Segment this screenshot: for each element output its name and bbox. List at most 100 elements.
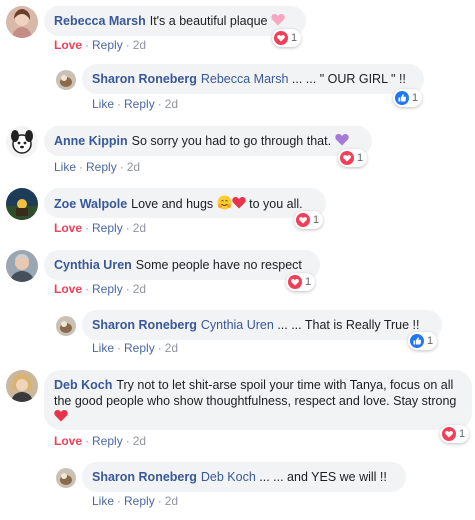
avatar[interactable] xyxy=(6,6,38,38)
love-icon xyxy=(340,151,354,165)
comment-actions: Like · Reply · 2d xyxy=(54,160,141,174)
reply-button[interactable]: Reply xyxy=(124,341,155,355)
reaction-count: 1 xyxy=(412,92,419,104)
avatar[interactable] xyxy=(56,468,76,488)
comment-actions: Like · Reply · 2d xyxy=(92,341,179,355)
like-button[interactable]: Like xyxy=(92,494,114,508)
like-button[interactable]: Like xyxy=(92,341,114,355)
like-icon xyxy=(395,91,409,105)
love-icon xyxy=(442,427,456,441)
comment-actions: Like · Reply · 2d xyxy=(92,494,179,508)
pink-heart-emoji-icon xyxy=(271,13,285,30)
like-icon xyxy=(410,334,424,348)
reply-button[interactable]: Reply xyxy=(92,434,123,448)
comment-text: Love and hugs xyxy=(131,196,214,211)
love-button[interactable]: Love xyxy=(54,38,82,52)
timestamp[interactable]: 2d xyxy=(165,494,178,508)
comment-author[interactable]: Sharon Roneberg xyxy=(92,318,197,332)
comment-deb-koch: Deb Koch Try not to let shit-arse spoil y… xyxy=(0,364,475,456)
like-button[interactable]: Like xyxy=(92,97,114,111)
love-icon xyxy=(288,275,302,289)
reaction-count: 1 xyxy=(313,214,320,226)
mention-link[interactable]: Deb Koch xyxy=(201,470,256,484)
avatar[interactable] xyxy=(56,316,76,336)
reply-button[interactable]: Reply xyxy=(124,494,155,508)
avatar[interactable] xyxy=(6,126,38,158)
avatar[interactable] xyxy=(56,70,76,90)
comment-text: So sorry you had to go through that. xyxy=(131,134,332,148)
comment-actions: Love · Reply · 2d xyxy=(54,282,147,296)
comment-anne-kippin: Anne Kippin So sorry you had to go throug… xyxy=(0,120,475,180)
reaction-summary[interactable]: 1 xyxy=(440,425,470,443)
reply-button[interactable]: Reply xyxy=(92,38,123,52)
comment-actions: Love · Reply · 2d xyxy=(54,38,147,52)
comment-text: ... ... " OUR GIRL " !! xyxy=(291,72,406,86)
timestamp[interactable]: 2d xyxy=(165,97,178,111)
timestamp[interactable]: 2d xyxy=(133,38,146,52)
comment-thread: Rebecca Marsh It's a beautiful plaque 1 L… xyxy=(0,0,475,520)
comment-bubble: Sharon Roneberg Cynthia Uren ... ... That… xyxy=(82,310,442,340)
purple-heart-emoji-icon xyxy=(334,133,349,150)
reaction-summary[interactable]: 1 xyxy=(393,89,423,107)
comment-text: Some people have no respect xyxy=(135,258,302,272)
reply-sharon-roneberg: Sharon Roneberg Deb Koch ... ... and YES … xyxy=(0,458,475,518)
reply-button[interactable]: Reply xyxy=(92,221,123,235)
reaction-summary[interactable]: 1 xyxy=(286,273,316,291)
reaction-count: 1 xyxy=(459,428,466,440)
comment-actions: Like · Reply · 2d xyxy=(92,97,179,111)
comment-text-after: to you all. xyxy=(249,196,303,211)
timestamp[interactable]: 2d xyxy=(133,221,146,235)
reaction-summary[interactable]: 1 xyxy=(272,29,302,47)
comment-author[interactable]: Cynthia Uren xyxy=(54,258,132,272)
reaction-summary[interactable]: 1 xyxy=(294,211,324,229)
reply-sharon-roneberg: Sharon Roneberg Rebecca Marsh ... ... " O… xyxy=(0,60,475,118)
reaction-summary[interactable]: 1 xyxy=(338,149,368,167)
mention-link[interactable]: Cynthia Uren xyxy=(201,318,274,332)
like-button[interactable]: Like xyxy=(54,160,76,174)
love-icon xyxy=(274,31,288,45)
reaction-count: 1 xyxy=(291,32,298,44)
comment-text: It's a beautiful plaque xyxy=(149,14,268,28)
reply-button[interactable]: Reply xyxy=(86,160,117,174)
comment-text: ... ... and YES we will !! xyxy=(259,470,387,484)
comment-cynthia-uren: Cynthia Uren Some people have no respect … xyxy=(0,244,475,304)
avatar[interactable] xyxy=(6,188,38,220)
mention-link[interactable]: Rebecca Marsh xyxy=(201,72,289,86)
comment-bubble: Rebecca Marsh It's a beautiful plaque xyxy=(44,6,306,36)
comment-author[interactable]: Rebecca Marsh xyxy=(54,14,146,28)
love-icon xyxy=(296,213,310,227)
reply-button[interactable]: Reply xyxy=(124,97,155,111)
red-heart-emoji-icon xyxy=(54,409,68,426)
comment-author[interactable]: Sharon Roneberg xyxy=(92,72,197,86)
avatar[interactable] xyxy=(6,250,38,282)
comment-rebecca-marsh: Rebecca Marsh It's a beautiful plaque 1 L… xyxy=(0,0,475,60)
reaction-summary[interactable]: 1 xyxy=(408,332,438,350)
reaction-count: 1 xyxy=(427,335,434,347)
hugging-face-emoji-icon xyxy=(217,195,232,214)
love-button[interactable]: Love xyxy=(54,282,82,296)
comment-bubble: Sharon Roneberg Rebecca Marsh ... ... " O… xyxy=(82,64,424,94)
comment-bubble: Cynthia Uren Some people have no respect xyxy=(44,250,320,280)
comment-author[interactable]: Deb Koch xyxy=(54,378,112,392)
reply-button[interactable]: Reply xyxy=(92,282,123,296)
comment-bubble: Deb Koch Try not to let shit-arse spoil y… xyxy=(44,370,472,430)
comment-author[interactable]: Anne Kippin xyxy=(54,134,128,148)
red-heart-emoji-icon xyxy=(231,196,246,213)
love-button[interactable]: Love xyxy=(54,434,82,448)
comment-bubble: Sharon Roneberg Deb Koch ... ... and YES … xyxy=(82,462,406,492)
timestamp[interactable]: 2d xyxy=(165,341,178,355)
timestamp[interactable]: 2d xyxy=(127,160,140,174)
comment-author[interactable]: Sharon Roneberg xyxy=(92,470,197,484)
comment-text: Try not to let shit-arse spoil your time… xyxy=(54,378,457,408)
comment-author[interactable]: Zoe Walpole xyxy=(54,197,127,211)
avatar[interactable] xyxy=(6,370,38,402)
comment-bubble: Anne Kippin So sorry you had to go throug… xyxy=(44,126,372,156)
timestamp[interactable]: 2d xyxy=(133,282,146,296)
timestamp[interactable]: 2d xyxy=(133,434,146,448)
comment-bubble: Zoe Walpole Love and hugs to you all. xyxy=(44,188,326,218)
comment-actions: Love · Reply · 2d xyxy=(54,434,147,448)
reply-sharon-roneberg: Sharon Roneberg Cynthia Uren ... ... That… xyxy=(0,306,475,362)
love-button[interactable]: Love xyxy=(54,221,82,235)
comment-text: ... ... That is Really True !! xyxy=(277,318,420,332)
reaction-count: 1 xyxy=(357,152,364,164)
